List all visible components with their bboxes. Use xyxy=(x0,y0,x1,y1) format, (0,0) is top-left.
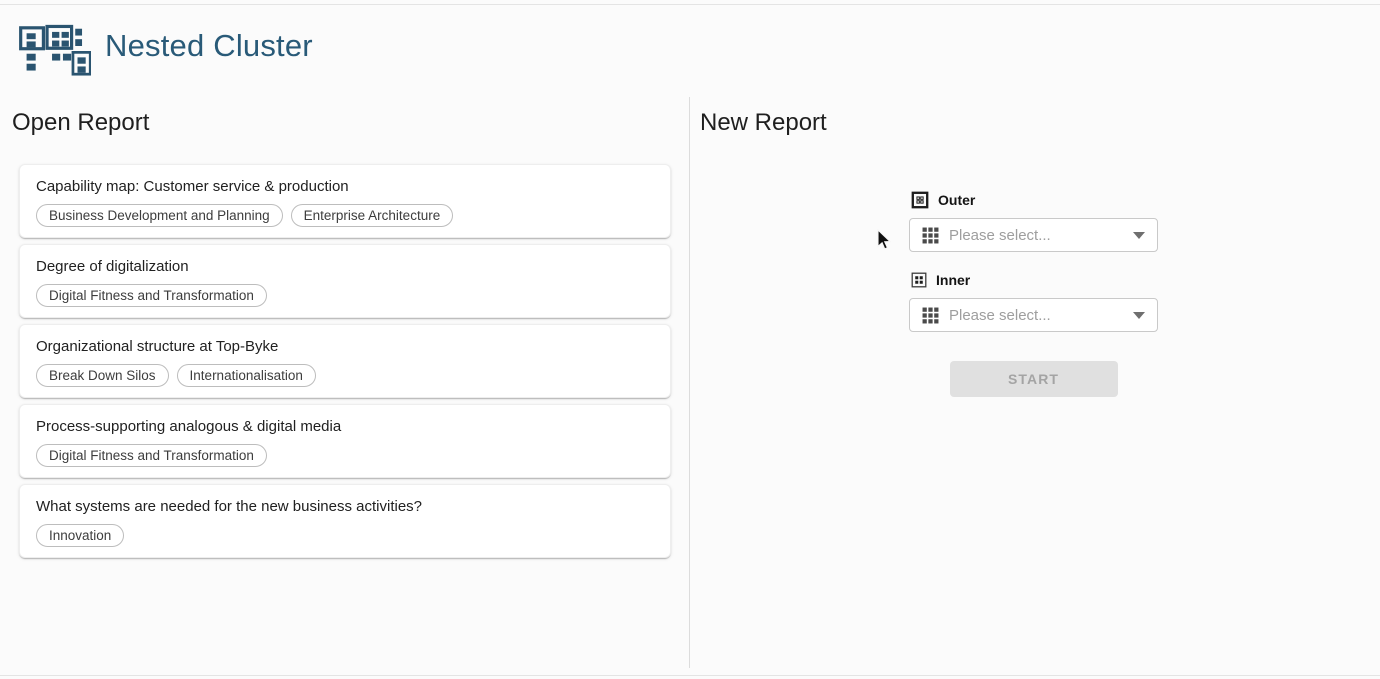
report-title: Organizational structure at Top-Byke xyxy=(36,338,654,356)
report-tag-chip: Digital Fitness and Transformation xyxy=(36,284,267,307)
report-card[interactable]: Organizational structure at Top-Byke Bre… xyxy=(19,324,671,398)
report-tag-chip: Enterprise Architecture xyxy=(291,204,454,227)
new-report-heading: New Report xyxy=(700,107,827,139)
outer-cluster-icon xyxy=(911,191,929,209)
grid-icon xyxy=(922,227,939,244)
new-report-section: New Report xyxy=(700,97,827,139)
app-title: Nested Cluster xyxy=(105,28,313,64)
report-card-list: Capability map: Customer service & produ… xyxy=(19,164,684,558)
chevron-down-icon xyxy=(1133,232,1145,239)
nested-cluster-logo-icon xyxy=(14,16,91,76)
bottom-divider xyxy=(0,675,1380,676)
inner-cluster-icon xyxy=(911,272,927,288)
report-tag-chip: Innovation xyxy=(36,524,124,547)
app-header: Nested Cluster xyxy=(14,16,313,76)
outer-select-placeholder: Please select... xyxy=(949,227,1133,244)
report-tags: Break Down Silos Internationalisation xyxy=(36,364,654,387)
start-button[interactable]: START xyxy=(950,361,1118,397)
report-title: Degree of digitalization xyxy=(36,258,654,276)
report-tags: Business Development and Planning Enterp… xyxy=(36,204,654,227)
report-card[interactable]: Process-supporting analogous & digital m… xyxy=(19,404,671,478)
open-report-section: Open Report Capability map: Customer ser… xyxy=(12,97,684,564)
report-tag-chip: Break Down Silos xyxy=(36,364,169,387)
mouse-cursor-icon xyxy=(876,229,894,251)
outer-select[interactable]: Please select... xyxy=(909,218,1158,252)
report-tag-chip: Digital Fitness and Transformation xyxy=(36,444,267,467)
report-title: Capability map: Customer service & produ… xyxy=(36,178,654,196)
report-tags: Innovation xyxy=(36,524,654,547)
inner-label: Inner xyxy=(936,272,970,288)
chevron-down-icon xyxy=(1133,312,1145,319)
report-card[interactable]: Degree of digitalization Digital Fitness… xyxy=(19,244,671,318)
section-divider xyxy=(689,97,690,668)
inner-select-placeholder: Please select... xyxy=(949,307,1133,324)
open-report-heading: Open Report xyxy=(12,107,684,139)
report-tag-chip: Internationalisation xyxy=(177,364,316,387)
app-page: Nested Cluster Open Report Capability ma… xyxy=(0,0,1380,679)
report-title: What systems are needed for the new busi… xyxy=(36,498,654,516)
top-divider xyxy=(0,4,1380,5)
report-tag-chip: Business Development and Planning xyxy=(36,204,283,227)
report-title: Process-supporting analogous & digital m… xyxy=(36,418,654,436)
report-card[interactable]: Capability map: Customer service & produ… xyxy=(19,164,671,238)
inner-select[interactable]: Please select... xyxy=(909,298,1158,332)
outer-label-row: Outer xyxy=(911,190,1158,210)
report-tags: Digital Fitness and Transformation xyxy=(36,444,654,467)
report-card[interactable]: What systems are needed for the new busi… xyxy=(19,484,671,558)
grid-icon xyxy=(922,307,939,324)
report-tags: Digital Fitness and Transformation xyxy=(36,284,654,307)
new-report-form: Outer Please select... Inner xyxy=(909,186,1158,397)
inner-label-row: Inner xyxy=(911,270,1158,290)
outer-label: Outer xyxy=(938,192,975,208)
